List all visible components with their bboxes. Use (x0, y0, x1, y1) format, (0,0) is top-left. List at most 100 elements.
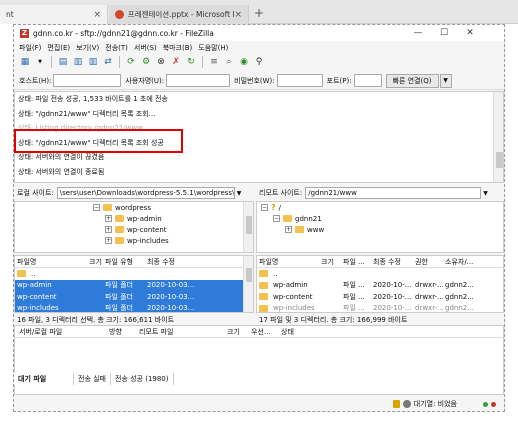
collapse-icon[interactable]: − (261, 204, 268, 211)
column-header-size[interactable]: 크기 (319, 257, 341, 267)
table-row[interactable]: wp-includes 파일 ... 2020-10-... drwxr-...… (257, 303, 503, 312)
quickconnect-bar: 호스트(H): 사용자명(U): 비밀번호(W): 포트(P): 빠른 연결(Q… (14, 72, 504, 90)
remote-site-path-input[interactable]: /gdnn21/www (305, 187, 482, 199)
port-label: 포트(P): (326, 76, 352, 85)
column-header-modified[interactable]: 최종 수정 (145, 257, 205, 267)
menu-file[interactable]: 파일(F) (19, 43, 41, 53)
menu-transfer[interactable]: 전송(T) (105, 43, 128, 53)
column-header-owner[interactable]: 소유자/... (443, 257, 493, 267)
column-header-status[interactable]: 상태 (277, 327, 317, 337)
queue-status: 대기열: 비었음 (413, 400, 457, 408)
local-tree-scrollbar[interactable] (243, 202, 253, 252)
process-queue-icon[interactable]: ⚙ (140, 56, 152, 68)
table-row[interactable]: wp-content 파일 폴더 2020-10-03... (15, 291, 253, 303)
local-site-path-input[interactable]: \sers\user\Downloads\wordpress-5.5.1\wor… (56, 187, 235, 199)
browser-tab-2[interactable]: 프레젠테이션.pptx - Microsoft P × (109, 5, 249, 24)
scrollbar-thumb[interactable] (246, 216, 252, 234)
quickconnect-button[interactable]: 빠른 연결(Q) (385, 73, 439, 88)
column-header-filename[interactable]: 파일명 (15, 257, 87, 267)
chevron-down-icon[interactable]: ▼ (237, 190, 242, 197)
reconnect-icon[interactable]: ↻ (185, 56, 197, 68)
toggle-queue-icon[interactable]: ⇄ (102, 56, 114, 68)
tree-node-label: wp-content (127, 225, 167, 234)
column-header-modified[interactable]: 최종 수정 (371, 257, 413, 267)
port-input[interactable] (353, 74, 382, 87)
column-header-size[interactable]: 크기 (223, 327, 247, 337)
menu-view[interactable]: 보기(V) (76, 43, 99, 53)
toggle-log-icon[interactable]: ▤ (57, 56, 69, 68)
collapse-icon[interactable]: − (273, 215, 280, 222)
file-name: wp-admin (17, 281, 52, 290)
dropdown-icon[interactable]: ▼ (34, 56, 46, 68)
tree-node[interactable]: + www (257, 224, 503, 235)
minimize-button[interactable]: — (406, 25, 430, 41)
password-input[interactable] (276, 74, 323, 87)
chevron-down-icon[interactable]: ▼ (483, 190, 488, 197)
close-icon[interactable]: × (234, 10, 242, 20)
tab-queued-files[interactable]: 대기 파일 (14, 373, 74, 385)
tree-node[interactable]: − wordpress (15, 202, 253, 213)
toggle-remote-tree-icon[interactable]: ▥ (87, 56, 99, 68)
table-row[interactable]: .. (15, 268, 253, 280)
tree-node[interactable]: + wp-admin (15, 213, 253, 224)
site-manager-icon[interactable]: ▦ (19, 56, 31, 68)
filter-icon[interactable]: ≡ (208, 56, 220, 68)
file-name: wp-includes (17, 304, 59, 313)
host-input[interactable] (53, 74, 122, 87)
toggle-tree-icon[interactable]: ▥ (72, 56, 84, 68)
menu-bookmarks[interactable]: 북마크(B) (163, 43, 193, 53)
disconnect-icon[interactable]: ✗ (170, 56, 182, 68)
column-header-permissions[interactable]: 권한 (413, 257, 443, 267)
menu-edit[interactable]: 편집(E) (47, 43, 70, 53)
cancel-icon[interactable]: ⊗ (155, 56, 167, 68)
expand-icon[interactable]: + (105, 237, 112, 244)
local-list-scrollbar[interactable] (243, 256, 253, 312)
tree-node[interactable]: + wp-content (15, 224, 253, 235)
close-window-button[interactable]: ✕ (458, 25, 482, 41)
column-header-server-local-file[interactable]: 서버/로컬 파일 (15, 327, 105, 337)
expand-icon[interactable]: + (285, 226, 292, 233)
expand-icon[interactable]: + (105, 215, 112, 222)
file-modified: 2020-10-03... (147, 304, 195, 313)
tab-failed-transfers[interactable]: 전송 실패 (74, 373, 111, 385)
column-header-filename[interactable]: 파일명 (257, 257, 319, 267)
column-header-type[interactable]: 파일 ... (341, 257, 371, 267)
sync-browse-icon[interactable]: ◉ (238, 56, 250, 68)
browser-tab-1[interactable]: nt × (0, 5, 108, 24)
column-header-type[interactable]: 파일 유형 (103, 257, 145, 267)
username-input[interactable] (166, 74, 231, 87)
column-header-direction[interactable]: 방향 (105, 327, 135, 337)
close-icon[interactable]: × (93, 10, 101, 20)
table-row[interactable]: wp-includes 파일 폴더 2020-10-03... (15, 302, 253, 313)
expand-icon[interactable]: + (105, 226, 112, 233)
tree-node[interactable]: − ? / (257, 202, 503, 213)
compare-icon[interactable]: ⌕ (223, 56, 235, 68)
column-header-size[interactable]: 크기 (87, 257, 103, 267)
collapse-icon[interactable]: − (93, 204, 100, 211)
folder-icon (283, 215, 292, 222)
scrollbar-thumb[interactable] (246, 268, 252, 282)
menu-server[interactable]: 서버(S) (134, 43, 157, 53)
quickconnect-history-dropdown[interactable]: ▼ (439, 73, 452, 88)
search-icon[interactable]: ⚲ (253, 56, 265, 68)
column-header-priority[interactable]: 우선... (247, 327, 277, 337)
log-scrollbar-thumb[interactable] (496, 152, 503, 168)
table-row[interactable]: wp-content 파일 ... 2020-10-... drwxr-... … (257, 291, 503, 303)
filezilla-window: Z gdnn.co.kr - sftp://gdnn21@gdnn.co.kr … (13, 24, 505, 412)
tab-successful-transfers[interactable]: 전송 성공 (1980) (111, 373, 174, 385)
tree-node[interactable]: − gdnn21 (257, 213, 503, 224)
tree-node[interactable]: + wp-includes (15, 235, 253, 246)
refresh-icon[interactable]: ⟳ (125, 56, 137, 68)
menu-help[interactable]: 도움말(H) (198, 43, 228, 53)
column-header-remote-file[interactable]: 리모트 파일 (135, 327, 223, 337)
table-row[interactable]: wp-admin 파일 폴더 2020-10-03... (15, 279, 253, 291)
log-scrollbar[interactable] (493, 92, 503, 182)
new-tab-button[interactable]: + (254, 6, 264, 20)
toolbar-separator (51, 56, 52, 68)
table-row[interactable]: wp-admin 파일 ... 2020-10-... drwxr-... gd… (257, 280, 503, 292)
table-row[interactable]: .. (257, 268, 503, 280)
remote-file-list: 파일명 크기 파일 ... 최종 수정 권한 소유자/... .. wp-adm… (256, 255, 504, 313)
maximize-button[interactable]: ☐ (432, 25, 456, 41)
activity-led-icon (483, 401, 488, 407)
toolbar: ▦ ▼ ▤ ▥ ▥ ⇄ ⟳ ⚙ ⊗ ✗ ↻ ≡ ⌕ ◉ ⚲ (14, 54, 504, 70)
